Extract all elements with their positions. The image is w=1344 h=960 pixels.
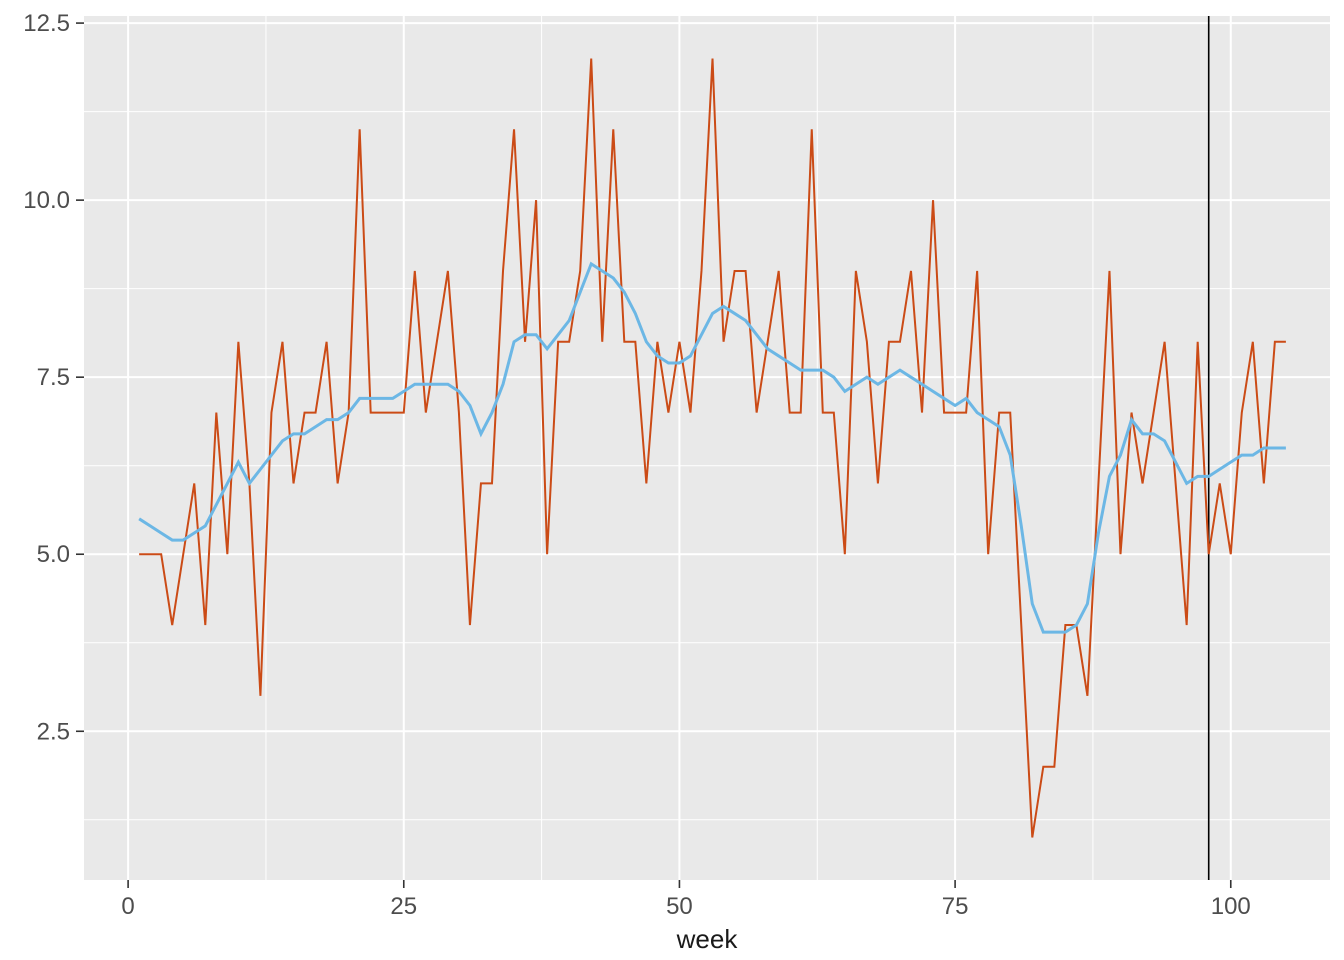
x-tick-label: 100 xyxy=(1211,893,1251,920)
y-tick-label: 2.5 xyxy=(37,718,70,745)
x-tick-label: 50 xyxy=(666,893,693,920)
y-tick-label: 12.5 xyxy=(23,10,70,37)
y-tick-label: 5.0 xyxy=(37,541,70,568)
chart-plot: 0 25 50 75 100 2.5 5.0 7.5 10.0 12.5 week xyxy=(0,0,1344,960)
x-axis-title: week xyxy=(676,924,739,954)
x-tick-label: 0 xyxy=(121,893,134,920)
x-tick-label: 75 xyxy=(942,893,969,920)
y-axis-ticks: 2.5 5.0 7.5 10.0 12.5 xyxy=(23,10,84,745)
y-tick-label: 7.5 xyxy=(37,364,70,391)
x-tick-label: 25 xyxy=(390,893,417,920)
y-tick-label: 10.0 xyxy=(23,187,70,214)
x-axis-ticks: 0 25 50 75 100 xyxy=(121,880,1250,920)
